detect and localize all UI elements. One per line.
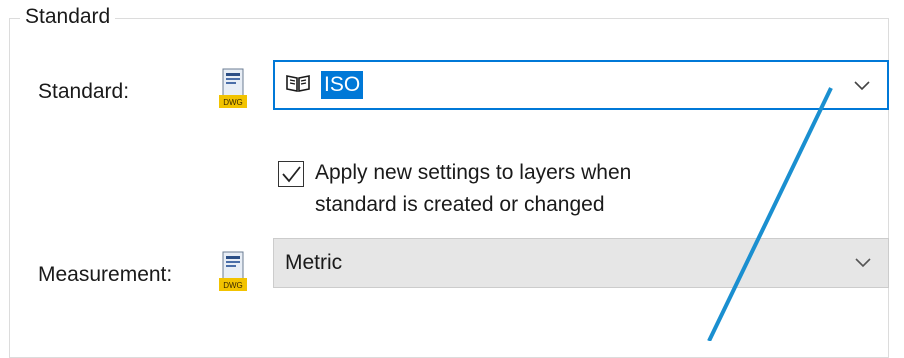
annotation-pointer-line	[707, 87, 833, 341]
